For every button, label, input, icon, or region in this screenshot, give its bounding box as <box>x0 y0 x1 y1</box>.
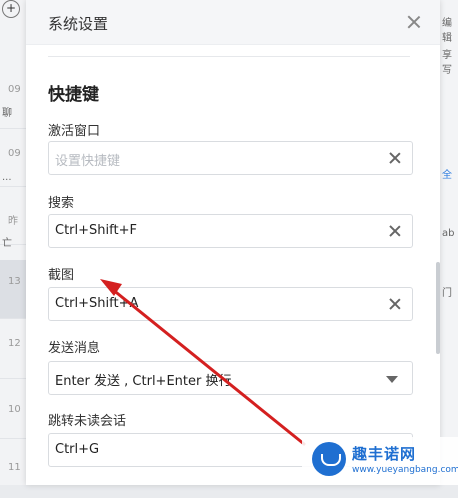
activate-window-shortcut-input[interactable]: 设置快捷键 <box>48 141 413 175</box>
chat-pane-text: 享写 <box>442 50 452 76</box>
clear-icon[interactable] <box>388 151 402 165</box>
add-icon[interactable]: + <box>2 0 20 18</box>
list-item-time: 11 <box>8 462 21 473</box>
list-item[interactable]: 10 <box>0 380 26 439</box>
label-jump-unread: 跳转未读会话 <box>48 414 127 429</box>
activate-window-placeholder: 设置快捷键 <box>55 154 121 169</box>
search-shortcut-value: Ctrl+Shift+F <box>55 223 137 238</box>
list-item-time: 12 <box>8 338 21 349</box>
list-item-time: 13 <box>8 276 21 287</box>
label-send-message: 发送消息 <box>48 341 101 356</box>
section-title-shortcuts: 快捷键 <box>48 85 99 105</box>
chevron-down-icon[interactable] <box>386 376 398 383</box>
watermark-logo: 趣丰诺网 www.yueyangbang.com <box>302 437 458 485</box>
system-settings-dialog: 系统设置 快捷键 激活窗口 设置快捷键 搜索 Ctrl+Shift+F 截图 C… <box>26 0 440 485</box>
watermark-url: www.yueyangbang.com <box>352 465 458 475</box>
watermark-name: 趣丰诺网 <box>352 445 417 463</box>
list-item-time: 10 <box>8 404 21 415</box>
list-item[interactable]: 09 聊 <box>0 70 26 129</box>
list-item[interactable]: 12 <box>0 320 26 379</box>
scrollbar[interactable] <box>436 58 440 485</box>
divider <box>48 56 410 57</box>
scrollbar-thumb[interactable] <box>436 262 440 354</box>
chat-pane-text: ab <box>442 228 455 239</box>
dialog-title: 系统设置 <box>48 15 109 33</box>
list-item-selected[interactable]: 13 <box>0 260 26 319</box>
label-screenshot: 截图 <box>48 268 75 283</box>
label-activate-window: 激活窗口 <box>48 124 101 139</box>
chat-pane-text: 编辑 <box>442 18 452 44</box>
list-item-snippet: ... <box>2 172 12 183</box>
label-search: 搜索 <box>48 196 75 211</box>
list-item-snippet: 亡 <box>2 238 12 249</box>
chat-pane: 编辑 享写 全 ab 门 <box>440 0 458 485</box>
screenshot-shortcut-input[interactable]: Ctrl+Shift+A <box>48 287 413 321</box>
clear-icon[interactable] <box>388 224 402 238</box>
list-item[interactable]: 09 ... <box>0 128 26 187</box>
conversation-list: + 09 聊 09 ... 昨 亡 13 12 10 11 <box>0 0 26 485</box>
screenshot-shortcut-value: Ctrl+Shift+A <box>55 296 139 311</box>
close-icon[interactable] <box>404 12 424 32</box>
list-item-time: 昨 <box>8 216 18 227</box>
clear-icon[interactable] <box>388 297 402 311</box>
send-message-value: Enter 发送 , Ctrl+Enter 换行 <box>55 374 232 389</box>
dialog-header: 系统设置 <box>26 0 440 45</box>
send-message-select[interactable]: Enter 发送 , Ctrl+Enter 换行 <box>48 361 413 395</box>
share-icon[interactable]: 门 <box>442 284 452 299</box>
list-item[interactable]: 11 <box>0 440 26 498</box>
logo-icon <box>312 442 346 476</box>
jump-unread-shortcut-value: Ctrl+G <box>55 442 100 457</box>
list-item-time: 09 <box>8 84 21 95</box>
list-item-time: 09 <box>8 148 21 159</box>
chat-pane-link[interactable]: 全 <box>442 166 452 181</box>
list-item[interactable]: 昨 亡 <box>0 186 26 249</box>
search-shortcut-input[interactable]: Ctrl+Shift+F <box>48 214 413 248</box>
list-item-snippet: 聊 <box>2 108 12 119</box>
